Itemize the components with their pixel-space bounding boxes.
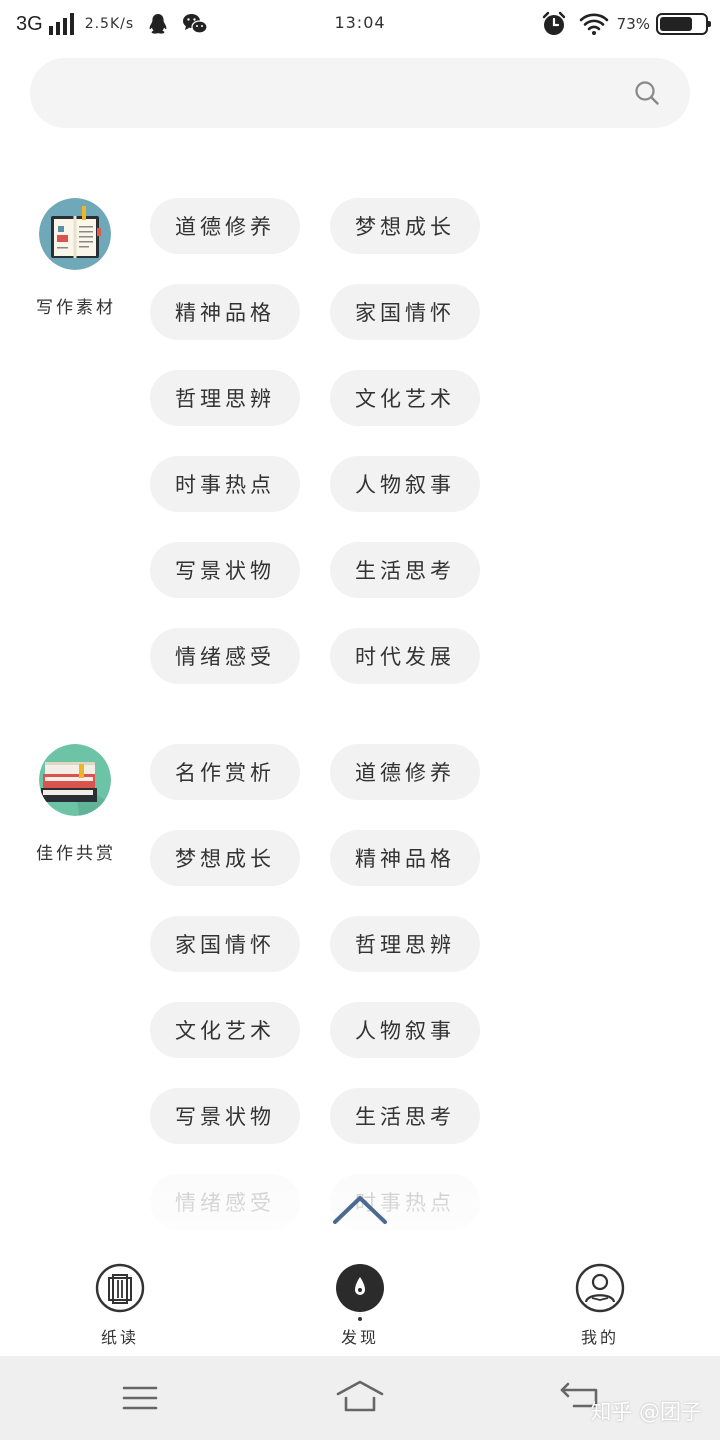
battery-icon [656, 13, 711, 35]
tag-button[interactable]: 情绪感受 [150, 628, 300, 684]
wifi-icon [579, 13, 608, 35]
search-icon[interactable] [634, 80, 660, 106]
nav-item-mine[interactable]: 我的 [540, 1262, 660, 1352]
tag-button[interactable]: 写景状物 [150, 542, 300, 598]
watermark: 知乎 @团子 [590, 1400, 702, 1424]
chevron-up-icon[interactable] [330, 1190, 390, 1230]
tag-button[interactable]: 家国情怀 [330, 284, 480, 340]
tag-button[interactable]: 时事热点 [150, 456, 300, 512]
tag-button[interactable]: 时代发展 [330, 628, 480, 684]
tag-button[interactable]: 道德修养 [330, 744, 480, 800]
tag-button[interactable]: 梦想成长 [150, 830, 300, 886]
tag-button[interactable]: 文化艺术 [150, 1002, 300, 1058]
nav-label: 发现 [340, 1328, 379, 1347]
alarm-icon [542, 11, 565, 35]
tag-button[interactable]: 文化艺术 [330, 370, 480, 426]
section-title-writing-material: 写作素材 [36, 298, 116, 318]
battery-percent: 73% [616, 15, 650, 33]
tag-button[interactable]: 生活思考 [330, 542, 480, 598]
books-stack-icon [39, 744, 111, 816]
home-icon[interactable] [330, 1378, 390, 1418]
tag-button[interactable]: 道德修养 [150, 198, 300, 254]
search-bar[interactable] [30, 58, 690, 128]
tag-button[interactable]: 精神品格 [150, 284, 300, 340]
search-input[interactable] [58, 58, 638, 128]
section-title-featured-works: 佳作共赏 [36, 844, 116, 864]
nav-label: 纸读 [100, 1328, 139, 1347]
compass-icon [336, 1264, 384, 1312]
tag-button[interactable]: 生活思考 [330, 1088, 480, 1144]
tag-button[interactable]: 人物叙事 [330, 1002, 480, 1058]
tag-button[interactable]: 精神品格 [330, 830, 480, 886]
tag-button[interactable]: 哲理思辨 [330, 916, 480, 972]
paper-read-icon [95, 1263, 145, 1313]
nav-item-discover[interactable]: 发现 [300, 1262, 420, 1352]
notebook-icon [39, 198, 111, 270]
battery-level [660, 17, 693, 31]
active-indicator [358, 1317, 362, 1321]
featured-works-icon[interactable] [39, 744, 111, 816]
profile-icon [575, 1263, 625, 1313]
writing-material-icon[interactable] [39, 198, 111, 270]
tag-button[interactable]: 人物叙事 [330, 456, 480, 512]
tag-button[interactable]: 梦想成长 [330, 198, 480, 254]
tag-button[interactable]: 名作赏析 [150, 744, 300, 800]
system-nav-bar: 知乎 @团子 [0, 1356, 720, 1440]
menu-icon[interactable] [110, 1378, 170, 1418]
nav-label: 我的 [580, 1328, 619, 1347]
tag-button[interactable]: 情绪感受 [150, 1174, 300, 1230]
bottom-nav: 纸读 发现 我的 [0, 1250, 720, 1356]
tag-button[interactable]: 哲理思辨 [150, 370, 300, 426]
tag-button[interactable]: 家国情怀 [150, 916, 300, 972]
status-bar: 3G 2.5K/s 13:04 73% [0, 0, 720, 48]
nav-item-paper-read[interactable]: 纸读 [60, 1262, 180, 1352]
tag-button[interactable]: 写景状物 [150, 1088, 300, 1144]
